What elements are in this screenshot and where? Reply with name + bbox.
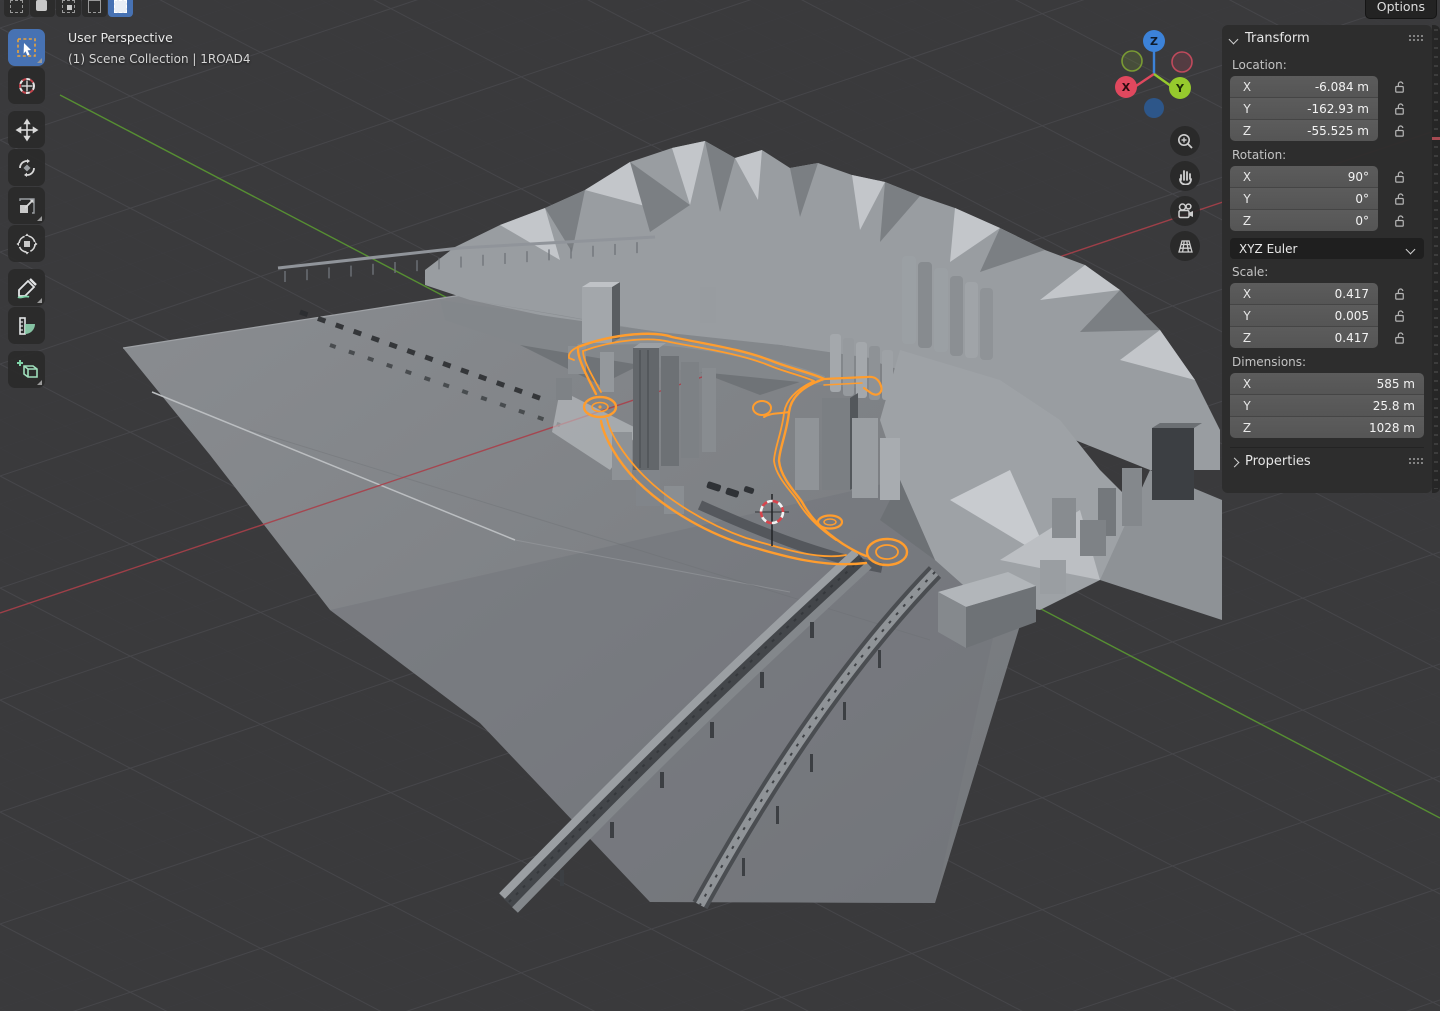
location-locks — [1392, 76, 1407, 142]
measure-tool-button[interactable] — [8, 307, 45, 344]
select-mode-tweak-icon[interactable] — [4, 0, 29, 17]
gizmo-neg-z-ball[interactable] — [1144, 98, 1164, 118]
select-mode-circle-icon[interactable] — [56, 0, 81, 17]
scale-label: Scale: — [1232, 265, 1422, 279]
chevron-right-icon — [1230, 458, 1238, 466]
hand-icon — [1176, 167, 1194, 185]
grid-icon — [1176, 237, 1195, 256]
view-perspective-label: User Perspective — [68, 30, 173, 45]
zoom-button[interactable] — [1170, 126, 1200, 156]
rotation-z-field[interactable]: Z 0° — [1230, 210, 1378, 231]
location-x-field[interactable]: X -6.084 m — [1230, 76, 1378, 98]
tool-shelf — [8, 29, 45, 389]
cursor-tool-button[interactable] — [8, 67, 45, 104]
rotation-locks — [1392, 166, 1407, 232]
lock-open-icon[interactable] — [1392, 166, 1407, 188]
select-box-icon — [15, 36, 39, 60]
select-mode-box-icon[interactable] — [30, 0, 55, 17]
gizmo-y-label: Y — [1175, 82, 1185, 95]
properties-panel-header[interactable]: Properties — [1230, 447, 1424, 475]
move-tool-button[interactable] — [8, 111, 45, 148]
lock-open-icon[interactable] — [1392, 305, 1407, 327]
rotation-fields: X 90° Y 0° Z 0° — [1230, 166, 1378, 231]
rotation-mode-dropdown[interactable]: XYZ Euler — [1230, 238, 1424, 259]
scale-icon — [15, 194, 39, 218]
dimensions-z-field[interactable]: Z 1028 m — [1230, 417, 1424, 438]
chevron-down-icon — [1230, 35, 1238, 43]
scene-collection-breadcrumb: (1) Scene Collection | 1ROAD4 — [68, 52, 251, 66]
toggle-perspective-button[interactable] — [1170, 231, 1200, 261]
dimensions-y-field[interactable]: Y 25.8 m — [1230, 395, 1424, 417]
lock-open-icon[interactable] — [1392, 98, 1407, 120]
axis-marker — [1432, 137, 1440, 140]
annotate-icon — [15, 276, 39, 300]
rotation-x-field[interactable]: X 90° — [1230, 166, 1378, 188]
camera-view-button[interactable] — [1170, 196, 1200, 226]
select-box-tool-button[interactable] — [8, 29, 45, 66]
chevron-down-icon — [1407, 245, 1415, 253]
cursor-3d-icon — [15, 74, 39, 98]
transform-title: Transform — [1245, 31, 1310, 46]
location-fields: X -6.084 m Y -162.93 m Z -55.525 m — [1230, 76, 1378, 141]
drag-dots-icon[interactable] — [1408, 457, 1424, 466]
gizmo-z-label: Z — [1150, 35, 1158, 48]
gizmo-neg-y-ball[interactable] — [1122, 51, 1142, 71]
transform-panel-header[interactable]: Transform — [1230, 25, 1424, 52]
zoom-icon — [1176, 132, 1194, 150]
pan-button[interactable] — [1170, 161, 1200, 191]
select-mode-lasso-icon[interactable] — [82, 0, 107, 17]
lock-open-icon[interactable] — [1392, 188, 1407, 210]
select-mode-active-icon[interactable] — [108, 0, 133, 17]
camera-icon — [1176, 202, 1195, 221]
lock-open-icon[interactable] — [1392, 120, 1407, 142]
scale-fields: X 0.417 Y 0.005 Z 0.417 — [1230, 283, 1378, 348]
gizmo-x-label: X — [1122, 81, 1131, 94]
annotate-tool-button[interactable] — [8, 269, 45, 306]
scale-tool-button[interactable] — [8, 187, 45, 224]
properties-title: Properties — [1245, 454, 1311, 469]
lock-open-icon[interactable] — [1392, 76, 1407, 98]
transform-icon — [15, 232, 39, 256]
drag-dots-icon[interactable] — [1408, 34, 1424, 43]
options-button[interactable]: Options — [1365, 0, 1437, 19]
add-cube-icon — [14, 357, 40, 383]
lock-open-icon[interactable] — [1392, 283, 1407, 305]
rotate-tool-button[interactable] — [8, 149, 45, 186]
lock-open-icon[interactable] — [1392, 327, 1407, 349]
location-y-field[interactable]: Y -162.93 m — [1230, 98, 1378, 120]
sidebar-scrollbar[interactable] — [1432, 25, 1440, 493]
gizmo-neg-x-ball[interactable] — [1172, 52, 1192, 72]
scale-x-field[interactable]: X 0.417 — [1230, 283, 1378, 305]
move-icon — [15, 118, 39, 142]
select-mode-row — [4, 0, 133, 17]
measure-icon — [15, 314, 39, 338]
orientation-gizmo[interactable]: Z X Y — [1102, 24, 1206, 128]
scale-locks — [1392, 283, 1407, 349]
rotation-y-field[interactable]: Y 0° — [1230, 188, 1378, 210]
rotate-icon — [15, 156, 39, 180]
sidebar-panel: Transform Location: X -6.084 m Y -162.93… — [1222, 25, 1432, 493]
lock-open-icon[interactable] — [1392, 210, 1407, 232]
scale-z-field[interactable]: Z 0.417 — [1230, 327, 1378, 348]
dimensions-x-field[interactable]: X 585 m — [1230, 373, 1424, 395]
dimensions-label: Dimensions: — [1232, 355, 1422, 369]
location-label: Location: — [1232, 58, 1422, 72]
location-z-field[interactable]: Z -55.525 m — [1230, 120, 1378, 141]
rotation-label: Rotation: — [1232, 148, 1422, 162]
transform-tool-button[interactable] — [8, 225, 45, 262]
add-cube-tool-button[interactable] — [8, 351, 45, 388]
dimensions-fields: X 585 m Y 25.8 m Z 1028 m — [1230, 373, 1424, 438]
scale-y-field[interactable]: Y 0.005 — [1230, 305, 1378, 327]
